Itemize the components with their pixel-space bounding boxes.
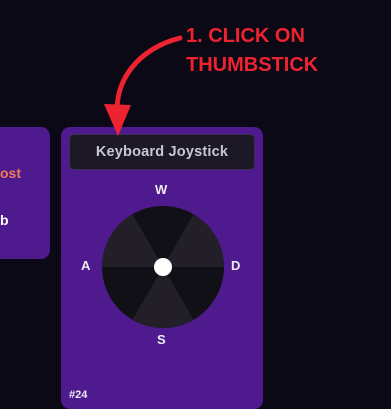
annotation-line-1: 1. CLICK ON <box>186 25 305 47</box>
annotation-line-2: THUMBSTICK <box>186 54 319 76</box>
instruction-annotation: 1. CLICK ON THUMBSTICK <box>186 22 386 80</box>
